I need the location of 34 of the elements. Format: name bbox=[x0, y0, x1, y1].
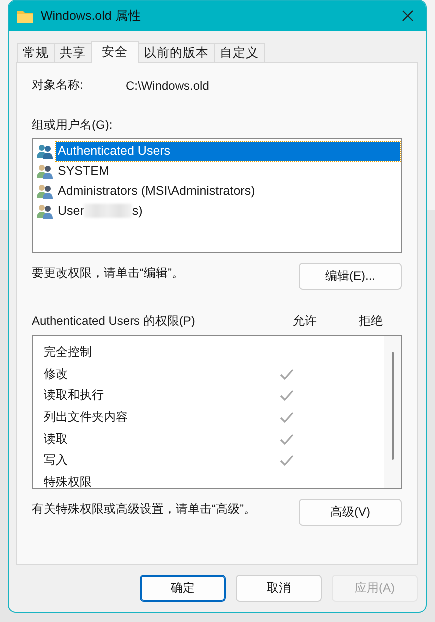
user-item[interactable]: User s) bbox=[56, 202, 145, 220]
users-icon bbox=[37, 144, 54, 158]
permission-name: 读取 bbox=[44, 430, 69, 448]
folder-icon bbox=[17, 10, 33, 22]
users-icon bbox=[37, 204, 54, 218]
users-icon bbox=[37, 184, 54, 198]
edit-hint: 要更改权限，请单击“编辑”。 bbox=[32, 265, 184, 282]
user-item[interactable]: Authenticated Users bbox=[56, 142, 400, 160]
advanced-hint: 有关特殊权限或高级设置，请单击“高级”。 bbox=[32, 501, 256, 518]
permission-name: 列出文件夹内容 bbox=[44, 409, 129, 426]
edit-button[interactable]: 编辑(E)... bbox=[299, 263, 402, 290]
permission-name: 写入 bbox=[44, 452, 69, 470]
user-item[interactable]: SYSTEM bbox=[56, 162, 112, 180]
advanced-button[interactable]: 高级(V) bbox=[299, 499, 402, 526]
window-title: Windows.old 属性 bbox=[41, 8, 142, 24]
groups-label: 组或用户名(G): bbox=[32, 117, 114, 134]
permission-name: 完全控制 bbox=[44, 344, 93, 362]
deny-header: 拒绝 bbox=[358, 313, 384, 330]
permissions-label: Authenticated Users 的权限(P) bbox=[32, 313, 196, 330]
users-icon bbox=[37, 164, 54, 178]
tab[interactable]: 安全 bbox=[91, 41, 139, 63]
tab[interactable]: 常规 bbox=[17, 43, 55, 63]
permission-name: 特殊权限 bbox=[44, 474, 93, 491]
object-name-value: C:\Windows.old bbox=[126, 78, 210, 92]
permission-name: 修改 bbox=[44, 366, 69, 383]
dialog-button[interactable]: 确定 bbox=[140, 575, 226, 602]
scrollbar[interactable] bbox=[384, 336, 401, 488]
object-name-label: 对象名称: bbox=[32, 77, 84, 94]
dialog-button[interactable]: 取消 bbox=[236, 575, 322, 602]
tab[interactable]: 自定义 bbox=[214, 43, 265, 63]
allow-header: 允许 bbox=[292, 313, 318, 330]
close-icon[interactable] bbox=[402, 10, 414, 22]
permission-name: 读取和执行 bbox=[44, 387, 105, 404]
user-item[interactable]: Administrators (MSI\Administrators) bbox=[56, 182, 258, 200]
